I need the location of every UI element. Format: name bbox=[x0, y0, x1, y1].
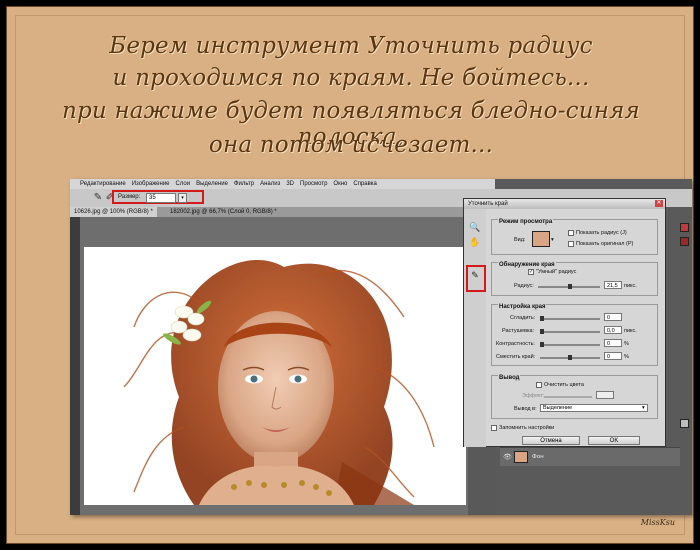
menu-3d[interactable]: 3D bbox=[286, 181, 294, 187]
size-label: Размер: bbox=[118, 194, 141, 200]
hand-tool-icon[interactable]: ✋ bbox=[469, 236, 481, 248]
radius-slider[interactable] bbox=[538, 284, 600, 289]
view-mode-group: Режим просмотра Вид: ▾ Показать радиус (… bbox=[491, 219, 658, 255]
shift-edge-label: Сместить край: bbox=[496, 354, 536, 360]
amount-value-input[interactable] bbox=[596, 391, 614, 399]
portrait-photo[interactable] bbox=[84, 247, 466, 505]
smooth-label: Сгладить: bbox=[510, 315, 536, 321]
ok-button[interactable]: OK bbox=[588, 436, 640, 445]
size-input[interactable]: 35 bbox=[146, 193, 176, 203]
amount-slider[interactable] bbox=[544, 396, 592, 398]
menu-select[interactable]: Выделение bbox=[196, 181, 228, 187]
size-dropdown-icon[interactable]: ▾ bbox=[178, 193, 187, 203]
show-original-label: Показать оригинал (P) bbox=[576, 241, 634, 247]
smart-radius-checkbox[interactable]: ✓ bbox=[528, 269, 534, 275]
feather-slider[interactable] bbox=[540, 329, 600, 334]
shift-edge-value-input[interactable]: 0 bbox=[604, 352, 622, 360]
document-tabs: 10626.jpg @ 100% (RGB/8) * 182002.jpg @ … bbox=[70, 207, 470, 217]
tab-document-2[interactable]: 182002.jpg @ 66,7% (Слой 0, RGB/8) * bbox=[166, 207, 281, 217]
decontaminate-checkbox[interactable] bbox=[536, 382, 542, 388]
smooth-slider-handle[interactable] bbox=[540, 316, 544, 321]
show-original-checkbox[interactable] bbox=[568, 241, 574, 247]
remember-settings-checkbox[interactable] bbox=[491, 425, 497, 431]
canvas-area bbox=[80, 217, 468, 515]
feather-label: Растушевка: bbox=[502, 328, 535, 334]
output-to-select[interactable]: Выделение bbox=[540, 404, 648, 412]
shift-edge-slider[interactable] bbox=[540, 355, 600, 360]
layer-row[interactable]: 👁 Фон bbox=[500, 447, 680, 466]
menu-window[interactable]: Окно bbox=[333, 181, 347, 187]
menu-view[interactable]: Просмотр bbox=[300, 181, 327, 187]
menu-layers[interactable]: Слои bbox=[176, 181, 191, 187]
visibility-eye-icon[interactable]: 👁 bbox=[503, 453, 512, 461]
contrast-label: Контрастность: bbox=[496, 341, 535, 347]
menu-filter[interactable]: Фильтр bbox=[234, 181, 254, 187]
caption-line-1: Берем инструмент Уточнить радиус bbox=[109, 33, 593, 59]
color-swatch-icon[interactable] bbox=[680, 223, 689, 232]
caption-line-2: и проходимся по краям. Не бойтесь... bbox=[112, 65, 590, 91]
view-preview-thumbnail[interactable] bbox=[532, 231, 550, 247]
feather-value-input[interactable]: 0,0 bbox=[604, 326, 622, 334]
author-signature: MissKsu bbox=[640, 518, 675, 527]
output-dropdown-icon[interactable]: ▾ bbox=[642, 405, 645, 411]
photoshop-screenshot: Редактирование Изображение Слои Выделени… bbox=[70, 179, 692, 515]
refine-edge-dialog: Уточнить край ✕ 🔍 ✋ ✎ Режим просмотра Ви… bbox=[463, 198, 666, 447]
shift-edge-unit: % bbox=[624, 354, 629, 360]
output-to-label: Вывод в: bbox=[514, 406, 537, 412]
decontaminate-label: Очистить цвета bbox=[544, 382, 584, 388]
menu-analysis[interactable]: Анализ bbox=[260, 181, 280, 187]
output-title: Вывод bbox=[498, 375, 521, 381]
edge-detection-title: Обнаружение края bbox=[498, 262, 556, 268]
show-radius-label: Показать радиус (J) bbox=[576, 230, 627, 236]
tab-document-1[interactable]: 10626.jpg @ 100% (RGB/8) * bbox=[70, 207, 157, 217]
menu-image[interactable]: Изображение bbox=[132, 181, 170, 187]
radius-label: Радиус: bbox=[514, 283, 534, 289]
amount-label: Эффект: bbox=[522, 393, 545, 399]
contrast-value-input[interactable]: 0 bbox=[604, 339, 622, 347]
smooth-slider[interactable] bbox=[540, 316, 600, 321]
radius-unit: пикс. bbox=[624, 283, 637, 289]
feather-slider-handle[interactable] bbox=[540, 329, 544, 334]
menu-help[interactable]: Справка bbox=[353, 181, 377, 187]
contrast-slider-handle[interactable] bbox=[540, 342, 544, 347]
smart-radius-label: "Умный" радиус bbox=[536, 269, 577, 275]
adjust-edge-title: Настройка края bbox=[498, 304, 547, 310]
menu-edit[interactable]: Редактирование bbox=[80, 181, 126, 187]
dialog-tools: 🔍 ✋ ✎ bbox=[464, 209, 486, 447]
swatch-icon[interactable] bbox=[680, 237, 689, 246]
view-label: Вид: bbox=[514, 237, 526, 243]
feather-unit: пикс. bbox=[624, 328, 637, 334]
remember-settings-label: Запомнить настройки bbox=[499, 425, 555, 431]
layer-name: Фон bbox=[532, 454, 544, 460]
contrast-unit: % bbox=[624, 341, 629, 347]
caption-line-4: она потом исчезает... bbox=[208, 132, 494, 158]
show-radius-checkbox[interactable] bbox=[568, 230, 574, 236]
radius-value-input[interactable]: 21,5 bbox=[604, 281, 622, 289]
view-dropdown-icon[interactable]: ▾ bbox=[551, 237, 554, 243]
size-highlight: Размер: 35 ▾ bbox=[112, 190, 204, 204]
dialog-title: Уточнить край bbox=[464, 199, 665, 209]
cancel-button[interactable]: Отмена bbox=[522, 436, 580, 445]
smooth-value-input[interactable]: 0 bbox=[604, 313, 622, 321]
adjust-edge-group: Настройка края Сгладить: 0 Растушевка: 0… bbox=[491, 304, 658, 366]
close-icon[interactable]: ✕ bbox=[655, 200, 663, 207]
portrait-image bbox=[84, 247, 466, 505]
edge-detection-group: Обнаружение края ✓ "Умный" радиус Радиус… bbox=[491, 262, 658, 296]
layer-thumbnail bbox=[514, 451, 528, 463]
tools-panel bbox=[70, 217, 80, 515]
shift-edge-slider-handle[interactable] bbox=[568, 355, 572, 360]
panel-icon[interactable] bbox=[680, 419, 689, 428]
output-group: Вывод Очистить цвета Эффект: Вывод в: Вы… bbox=[491, 375, 658, 419]
view-mode-title: Режим просмотра bbox=[498, 219, 554, 225]
zoom-tool-icon[interactable]: 🔍 bbox=[469, 221, 481, 233]
refine-radius-brush-icon[interactable]: ✎ bbox=[92, 192, 104, 204]
tutorial-frame: Берем инструмент Уточнить радиус и прохо… bbox=[6, 6, 694, 544]
contrast-slider[interactable] bbox=[540, 342, 600, 347]
refine-radius-tool-icon[interactable]: ✎ bbox=[469, 269, 481, 281]
radius-slider-handle[interactable] bbox=[568, 284, 572, 289]
